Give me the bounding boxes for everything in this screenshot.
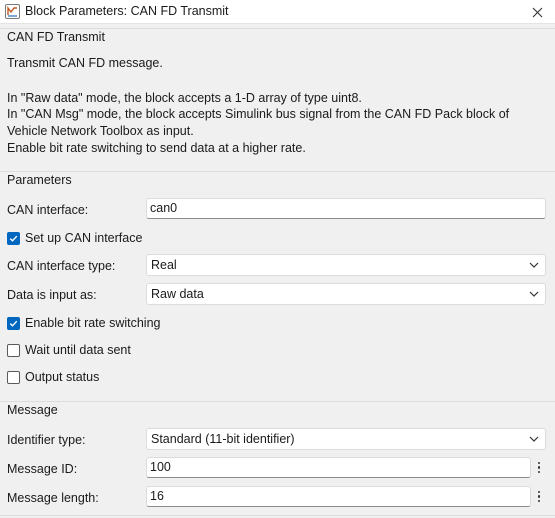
- bottom-divider: [0, 515, 555, 516]
- window-title: Block Parameters: CAN FD Transmit: [25, 4, 229, 18]
- checkmark-icon: [9, 235, 18, 242]
- message-id-input[interactable]: 100: [146, 457, 531, 478]
- parameters-header: Parameters: [0, 171, 555, 191]
- parameters-title: Parameters: [7, 173, 72, 187]
- message-id-label: Message ID:: [7, 462, 78, 476]
- wait-until-sent-label: Wait until data sent: [25, 343, 131, 357]
- bit-rate-switching-label: Enable bit rate switching: [25, 316, 161, 330]
- output-status-label: Output status: [25, 370, 100, 384]
- message-title: Message: [7, 403, 58, 417]
- message-id-more-button[interactable]: [532, 457, 546, 478]
- chevron-down-icon: [529, 262, 539, 268]
- can-interface-input[interactable]: can0: [146, 198, 546, 219]
- message-length-label: Message length:: [7, 491, 99, 505]
- close-button[interactable]: [519, 0, 555, 24]
- bit-rate-switching-checkbox[interactable]: Enable bit rate switching: [7, 315, 161, 331]
- block-name-header: CAN FD Transmit: [0, 28, 555, 48]
- chevron-down-icon: [529, 291, 539, 297]
- simulink-block-icon: [5, 4, 20, 19]
- kebab-menu-icon: [537, 470, 541, 474]
- can-interface-type-label: CAN interface type:: [7, 259, 116, 273]
- message-length-more-button[interactable]: [532, 486, 546, 507]
- identifier-type-label: Identifier type:: [7, 433, 86, 447]
- close-icon: [532, 7, 542, 17]
- description-line: Vehicle Network Toolbox as input.: [7, 124, 194, 138]
- data-input-dropdown[interactable]: Raw data: [146, 283, 546, 305]
- checkbox-unchecked: [7, 343, 20, 357]
- title-bar: Block Parameters: CAN FD Transmit: [0, 0, 555, 24]
- message-header: Message: [0, 401, 555, 421]
- kebab-menu-icon: [537, 490, 541, 494]
- can-interface-type-dropdown[interactable]: Real: [146, 254, 546, 276]
- chevron-down-icon: [529, 436, 539, 442]
- data-input-label: Data is input as:: [7, 288, 97, 302]
- block-name: CAN FD Transmit: [7, 30, 105, 44]
- checkmark-icon: [9, 320, 18, 327]
- identifier-type-value: Standard (11-bit identifier): [151, 432, 295, 446]
- kebab-menu-icon: [537, 466, 541, 469]
- data-input-value: Raw data: [151, 287, 204, 301]
- kebab-menu-icon: [537, 495, 541, 498]
- can-interface-label: CAN interface:: [7, 203, 89, 217]
- identifier-type-dropdown[interactable]: Standard (11-bit identifier): [146, 428, 546, 450]
- message-length-input[interactable]: 16: [146, 486, 531, 507]
- description-line: In "Raw data" mode, the block accepts a …: [7, 91, 362, 105]
- can-interface-type-value: Real: [151, 258, 177, 272]
- kebab-menu-icon: [537, 461, 541, 465]
- checkbox-unchecked: [7, 370, 20, 384]
- description-line: Transmit CAN FD message.: [7, 56, 163, 70]
- setup-can-interface-label: Set up CAN interface: [25, 231, 143, 245]
- output-status-checkbox[interactable]: Output status: [7, 369, 99, 385]
- setup-can-interface-checkbox[interactable]: Set up CAN interface: [7, 230, 142, 246]
- wait-until-sent-checkbox[interactable]: Wait until data sent: [7, 342, 131, 358]
- checkbox-checked: [7, 231, 20, 245]
- block-parameters-dialog: Block Parameters: CAN FD Transmit CAN FD…: [0, 0, 555, 518]
- checkbox-checked: [7, 316, 20, 330]
- description-line: In "CAN Msg" mode, the block accepts Sim…: [7, 107, 510, 121]
- kebab-menu-icon: [537, 499, 541, 503]
- description-line: Enable bit rate switching to send data a…: [7, 141, 306, 155]
